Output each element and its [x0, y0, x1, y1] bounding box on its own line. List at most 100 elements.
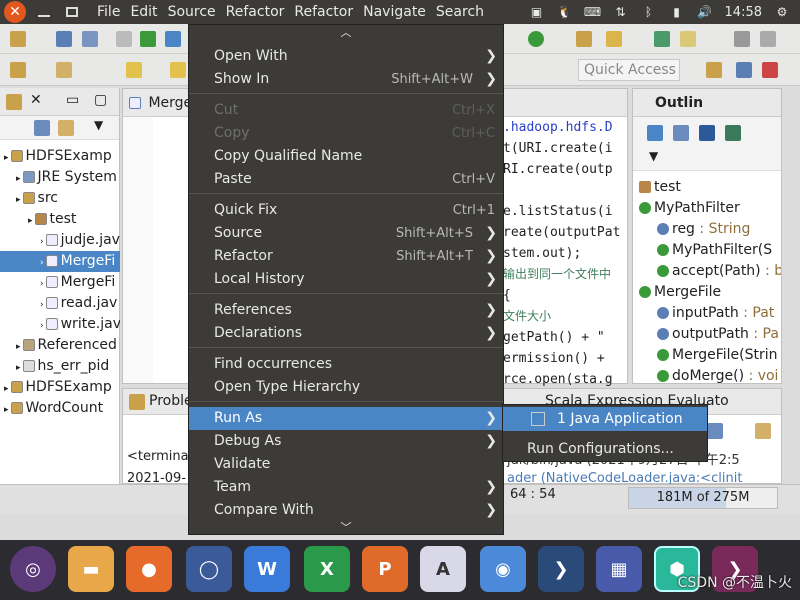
menu-item-declarations[interactable]: Declarations ❯: [189, 322, 503, 345]
menu-item-open-type-hierarchy[interactable]: Open Type Hierarchy: [189, 376, 503, 399]
expand-arrow-icon[interactable]: ▸: [4, 384, 9, 394]
view-menu-icon[interactable]: ▼: [94, 118, 103, 132]
menu-item-team[interactable]: Team ❯: [189, 476, 503, 499]
outline-item[interactable]: accept(Path) : b: [633, 261, 781, 282]
open-perspective-icon[interactable]: [706, 62, 722, 78]
sort-icon[interactable]: [647, 125, 663, 141]
software-center-icon[interactable]: A: [420, 546, 466, 592]
network-icon[interactable]: ⇅: [613, 5, 629, 19]
menu-search[interactable]: Search: [431, 0, 489, 24]
run-configurations[interactable]: Run Configurations...: [503, 437, 707, 461]
maximize-window-button[interactable]: [62, 3, 82, 21]
expand-arrow-icon[interactable]: ▸: [4, 153, 9, 163]
tree-item[interactable]: ▸ test: [0, 209, 120, 230]
console-toolbar-icon[interactable]: [707, 423, 723, 439]
tree-item[interactable]: ▸ src: [0, 188, 120, 209]
save-icon[interactable]: [56, 31, 72, 47]
expand-arrow-icon[interactable]: ›: [40, 279, 44, 289]
keyboard-icon[interactable]: ⌨: [584, 5, 601, 19]
menu-item-quick-fix[interactable]: Quick Fix Ctrl+1: [189, 199, 503, 222]
save-all-icon[interactable]: [82, 31, 98, 47]
expand-arrow-icon[interactable]: ▸: [4, 405, 9, 415]
menu-item-compare-with[interactable]: Compare With ❯: [189, 499, 503, 522]
expand-arrow-icon[interactable]: ›: [40, 300, 44, 310]
run-java-application[interactable]: 1 Java Application: [503, 407, 707, 431]
skip-breakpoints-icon[interactable]: [116, 31, 132, 47]
menu-navigate[interactable]: Navigate: [358, 0, 431, 24]
menu-item-run-as[interactable]: Run As ❯: [189, 407, 503, 430]
workspace-icon[interactable]: ▦: [596, 546, 642, 592]
outline-item[interactable]: MyPathFilter: [633, 198, 781, 219]
outline-item[interactable]: doMerge() : voi: [633, 366, 781, 387]
tree-item[interactable]: ▸ hs_err_pid: [0, 356, 120, 377]
marker-icon[interactable]: [680, 31, 696, 47]
debug-icon[interactable]: [140, 31, 156, 47]
menu-item-references[interactable]: References ❯: [189, 299, 503, 322]
tree-item[interactable]: ▸ HDFSExamp: [0, 377, 120, 398]
clock[interactable]: 14:58: [725, 5, 762, 20]
hide-static-icon[interactable]: [699, 125, 715, 141]
menu-item-debug-as[interactable]: Debug As ❯: [189, 430, 503, 453]
pin-icon[interactable]: [760, 31, 776, 47]
outline-title[interactable]: Outlin: [655, 95, 703, 111]
tree-item[interactable]: › read.jav: [0, 293, 120, 314]
scroll-down-icon[interactable]: ﹀: [189, 520, 503, 534]
close-window-button[interactable]: ✕: [4, 1, 26, 23]
open-type-icon[interactable]: [606, 31, 622, 47]
expand-arrow-icon[interactable]: ›: [40, 237, 44, 247]
refresh-icon[interactable]: [528, 31, 544, 47]
menu-refactor[interactable]: Refactor: [221, 0, 290, 24]
expand-arrow-icon[interactable]: ›: [40, 321, 44, 331]
code-lines[interactable]: .hadoop.hdfs.D t(URI.create(i RI.create(ou…: [503, 117, 629, 390]
menu-edit[interactable]: Edit: [125, 0, 162, 24]
menu-item-find-occurrences[interactable]: Find occurrences: [189, 353, 503, 376]
tux-icon[interactable]: 🐧: [557, 5, 573, 19]
console-pin-icon[interactable]: [755, 423, 771, 439]
tree-item[interactable]: ▸ Referenced: [0, 335, 120, 356]
tab-problems[interactable]: Proble: [149, 393, 193, 409]
battery-icon[interactable]: ▮: [669, 5, 685, 19]
java-perspective-icon[interactable]: [736, 62, 752, 78]
prev-edit-icon[interactable]: [56, 62, 72, 78]
outline-item[interactable]: test: [633, 177, 781, 198]
menu-item-refactor[interactable]: Refactor Shift+Alt+T ❯: [189, 245, 503, 268]
next-annotation-icon[interactable]: [654, 31, 670, 47]
menu-item-local-history[interactable]: Local History ❯: [189, 268, 503, 291]
outline-item[interactable]: MyPathFilter(S: [633, 240, 781, 261]
indicator-icon[interactable]: ▣: [529, 5, 545, 19]
remote-icon[interactable]: ◉: [480, 546, 526, 592]
outline-item[interactable]: MergeFile(Strin: [633, 345, 781, 366]
menu-refactor[interactable]: Refactor: [289, 0, 358, 24]
outline-item[interactable]: MergeFile: [633, 282, 781, 303]
files-icon[interactable]: ▬: [68, 546, 114, 592]
tree-item[interactable]: › judje.jav: [0, 230, 120, 251]
forward-arrow-icon[interactable]: [170, 62, 186, 78]
toggle-icon[interactable]: [734, 31, 750, 47]
tree-item[interactable]: › write.jav: [0, 314, 120, 335]
outline-item[interactable]: reg : String: [633, 219, 781, 240]
tree-item[interactable]: ▸ JRE System: [0, 167, 120, 188]
expand-arrow-icon[interactable]: ▸: [16, 195, 21, 205]
menu-item-source[interactable]: Source Shift+Alt+S ❯: [189, 222, 503, 245]
outline-item[interactable]: outputPath : Pa: [633, 324, 781, 345]
outline-item[interactable]: inputPath : Pat: [633, 303, 781, 324]
outline-menu-icon[interactable]: ▼: [649, 149, 658, 163]
scala-perspective-icon[interactable]: [762, 62, 778, 78]
expand-arrow-icon[interactable]: ›: [40, 258, 44, 268]
new-icon[interactable]: [10, 31, 26, 47]
menu-item-validate[interactable]: Validate: [189, 453, 503, 476]
scroll-up-icon[interactable]: ︿: [189, 25, 503, 39]
menu-item-paste[interactable]: Paste Ctrl+V: [189, 168, 503, 191]
menu-file[interactable]: File: [92, 0, 125, 24]
expand-arrow-icon[interactable]: ▸: [16, 342, 21, 352]
menu-item-copy-qualified-name[interactable]: Copy Qualified Name: [189, 145, 503, 168]
spreadsheet-icon[interactable]: X: [304, 546, 350, 592]
browser-icon[interactable]: ◯: [186, 546, 232, 592]
link-editor-icon[interactable]: [58, 120, 74, 136]
hide-fields-icon[interactable]: [673, 125, 689, 141]
expand-arrow-icon[interactable]: ▸: [28, 216, 33, 226]
collapse-all-icon[interactable]: [34, 120, 50, 136]
back-arrow-icon[interactable]: [126, 62, 142, 78]
menu-source[interactable]: Source: [163, 0, 221, 24]
vscode-icon[interactable]: ❯: [538, 546, 584, 592]
